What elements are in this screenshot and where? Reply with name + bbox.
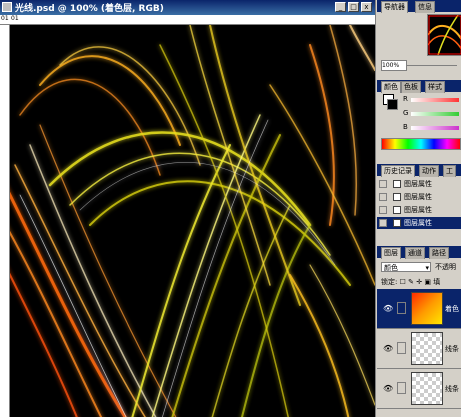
channel-label-g: G (403, 109, 409, 117)
history-state-icon (393, 219, 401, 227)
lock-all-icon[interactable]: ▣ (424, 278, 431, 286)
tab-info[interactable]: 信息 (415, 1, 435, 13)
zoom-input[interactable]: 100% (381, 60, 407, 71)
layer-name: 线条 (445, 345, 459, 353)
tab-channels[interactable]: 通道 (405, 247, 425, 259)
light-streaks-artwork (10, 25, 375, 417)
history-state-icon (393, 206, 401, 214)
ruler-tick-label: 01 (1, 15, 9, 22)
photoshop-doc-icon (2, 2, 12, 12)
minimize-button[interactable]: _ (335, 2, 346, 12)
lock-label-text: 锁定: (381, 278, 398, 286)
blend-mode-value: 颜色 (384, 264, 398, 272)
layer-thumbnail (411, 292, 443, 325)
layer-row[interactable]: 👁 线条 (377, 369, 461, 409)
history-item-label: 图层属性 (404, 206, 432, 214)
vertical-ruler (0, 25, 10, 417)
document-title-bar[interactable]: 光线.psd @ 100% (着色层, RGB) _ □ x (0, 0, 375, 15)
link-icon[interactable] (397, 382, 406, 394)
lock-label: 锁定: ☐ ✎ ✛ ▣ 填 (381, 277, 440, 287)
lock-move-icon[interactable]: ✛ (416, 278, 422, 286)
zoom-slider[interactable] (407, 65, 457, 66)
lock-brush-icon[interactable]: ✎ (408, 278, 414, 286)
tab-color[interactable]: 颜色 (381, 81, 401, 93)
image-canvas[interactable] (10, 25, 375, 417)
tab-actions[interactable]: 动作 (419, 165, 439, 177)
blue-slider[interactable] (411, 126, 459, 130)
history-item-label: 图层属性 (404, 193, 432, 201)
layer-row-selected[interactable]: 👁 着色 (377, 289, 461, 329)
tab-navigator[interactable]: 导航器 (381, 1, 408, 13)
background-color-swatch[interactable] (387, 99, 398, 110)
history-state-icon (393, 180, 401, 188)
blend-mode-select[interactable]: 颜色 ▾ (381, 262, 431, 272)
history-item-label: 图层属性 (404, 219, 432, 227)
tab-paths[interactable]: 路径 (429, 247, 449, 259)
document-window: 光线.psd @ 100% (着色层, RGB) _ □ x 01 01 (0, 0, 376, 417)
tab-layers[interactable]: 图层 (381, 247, 401, 259)
tab-history[interactable]: 历史记录 (381, 165, 415, 177)
eye-icon[interactable]: 👁 (383, 304, 393, 313)
document-title: 光线.psd @ 100% (着色层, RGB) (15, 4, 164, 14)
eye-icon[interactable]: 👁 (383, 344, 393, 353)
history-item[interactable]: 图层属性 (377, 191, 461, 203)
opacity-label: 不透明 (435, 263, 456, 271)
tab-swatches[interactable]: 色板 (401, 81, 421, 93)
ruler-tick-label: 01 (11, 15, 19, 22)
history-state-icon (393, 193, 401, 201)
chevron-down-icon: ▾ (425, 264, 429, 272)
maximize-button[interactable]: □ (348, 2, 359, 12)
lock-transparency-icon[interactable]: ☐ (400, 278, 406, 286)
history-snapshot-checkbox[interactable] (379, 219, 387, 227)
tab-styles[interactable]: 样式 (425, 81, 445, 93)
close-button[interactable]: x (361, 2, 372, 12)
history-item-label: 图层属性 (404, 180, 432, 188)
link-icon[interactable] (397, 342, 406, 354)
tab-tools[interactable]: 工 (443, 165, 456, 177)
layer-thumbnail (411, 332, 443, 365)
layers-tab-bar: 图层 通道 路径 (377, 246, 461, 259)
channel-label-r: R (403, 95, 408, 103)
history-item[interactable]: 图层属性 (377, 204, 461, 216)
horizontal-ruler: 01 01 (0, 15, 375, 25)
green-slider[interactable] (411, 112, 459, 116)
navigator-preview[interactable] (427, 14, 461, 56)
history-item[interactable]: 图层属性 (377, 178, 461, 190)
eye-icon[interactable]: 👁 (383, 384, 393, 393)
navigator-tab-bar: 导航器 信息 (377, 0, 461, 13)
channel-label-b: B (403, 123, 408, 131)
red-slider[interactable] (411, 98, 459, 102)
layer-name: 线条 (445, 385, 459, 393)
layer-row[interactable]: 👁 线条 (377, 329, 461, 369)
fill-label: 填 (433, 278, 441, 286)
layer-thumbnail (411, 372, 443, 405)
brush-link-icon[interactable] (397, 302, 406, 314)
color-tab-bar: 颜色 色板 样式 (377, 80, 461, 93)
history-snapshot-checkbox[interactable] (379, 193, 387, 201)
history-snapshot-checkbox[interactable] (379, 180, 387, 188)
color-spectrum-bar[interactable] (381, 138, 461, 150)
history-tab-bar: 历史记录 动作 工 (377, 164, 461, 177)
palettes-column: 导航器 信息 100% 颜色 色板 样式 R G B 历史记录 动作 工 图层属… (377, 0, 461, 417)
history-item-selected[interactable]: 图层属性 (377, 217, 461, 229)
layer-name: 着色 (445, 305, 459, 313)
history-snapshot-checkbox[interactable] (379, 206, 387, 214)
navigator-thumbnail-image (428, 15, 461, 55)
